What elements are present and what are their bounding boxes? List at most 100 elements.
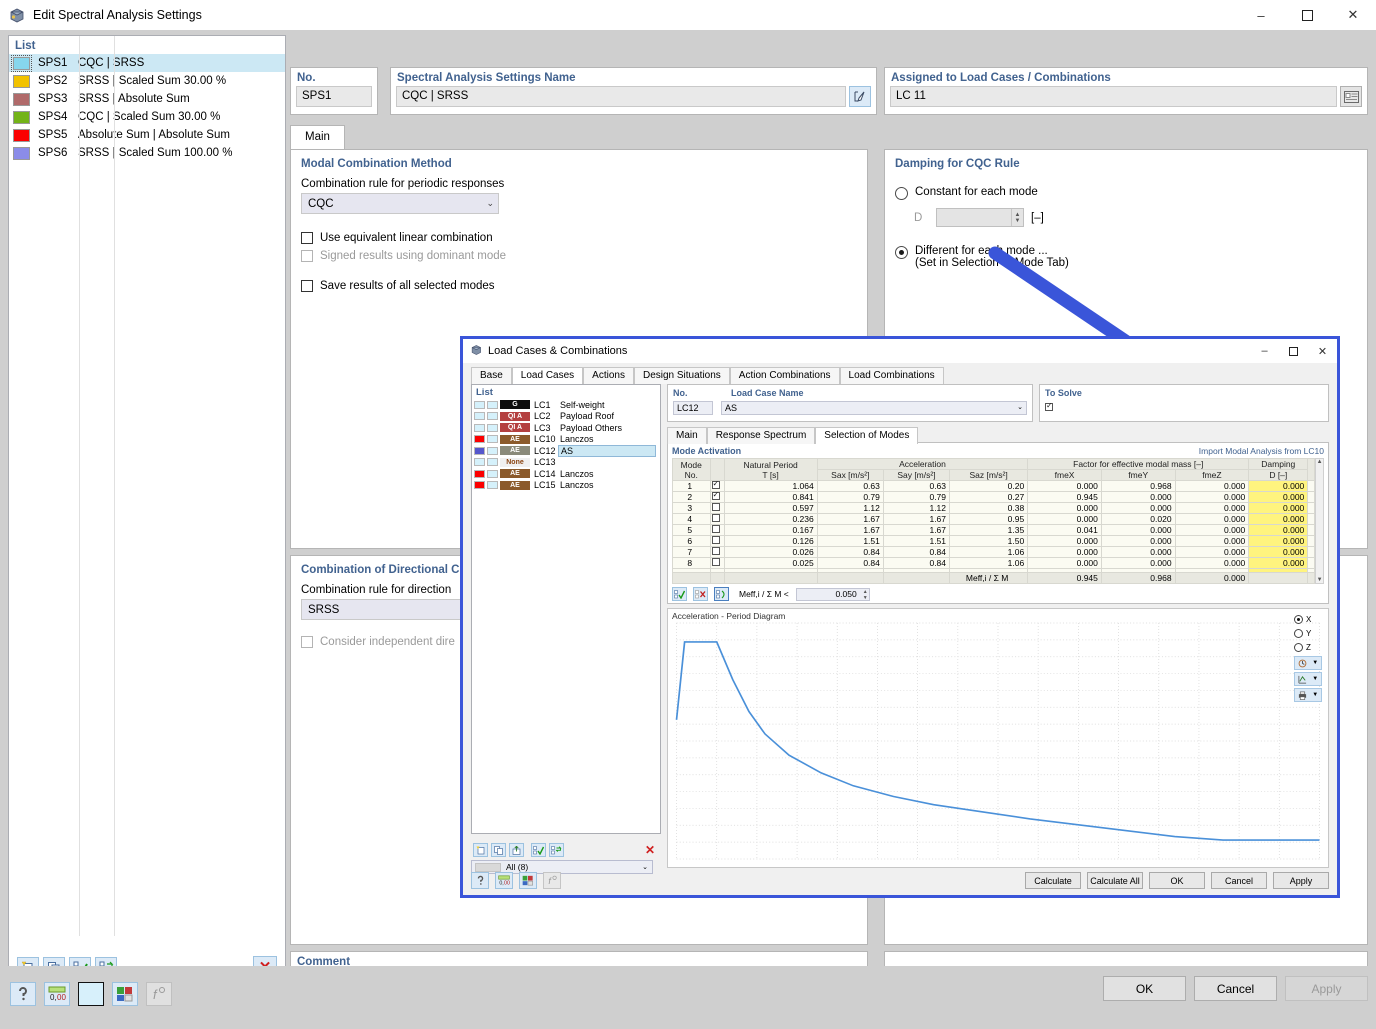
help-icon[interactable] xyxy=(10,982,36,1006)
cell-active[interactable] xyxy=(710,492,724,503)
equivalent-linear-checkbox[interactable]: Use equivalent linear combination xyxy=(291,214,867,244)
list-item[interactable]: SPS5Absolute Sum | Absolute Sum xyxy=(9,126,285,144)
table-row[interactable]: 20.8410.790.790.270.9450.0000.0000.000 xyxy=(673,492,1315,503)
spinner-arrows[interactable]: ▲▼ xyxy=(1011,209,1023,226)
list-item[interactable]: AELC15Lanczos xyxy=(472,480,660,492)
tab-base[interactable]: Base xyxy=(471,367,512,384)
chart-axis-z[interactable]: Z xyxy=(1294,640,1326,654)
cell-damping[interactable]: 0.000 xyxy=(1249,525,1308,536)
import-icon[interactable] xyxy=(509,843,524,857)
mode-checkbox[interactable] xyxy=(712,525,720,533)
subtab-response-spectrum[interactable]: Response Spectrum xyxy=(707,427,816,444)
copy-icon[interactable] xyxy=(491,843,506,857)
assigned-field[interactable]: LC 11 xyxy=(890,86,1337,107)
apply-filter-icon[interactable] xyxy=(714,587,729,601)
damping-d-input[interactable]: ▲▼ xyxy=(936,208,1024,227)
list-select-icon[interactable] xyxy=(1340,86,1362,107)
table-row[interactable]: 70.0260.840.841.060.0000.0000.0000.000 xyxy=(673,547,1315,558)
color-swatch-icon[interactable] xyxy=(78,982,104,1006)
mode-checkbox[interactable] xyxy=(712,503,720,511)
mode-activation-table[interactable]: ModeNo.Natural PeriodT [s]AccelerationFa… xyxy=(672,458,1315,584)
cell-active[interactable] xyxy=(710,525,724,536)
tab-load-cases[interactable]: Load Cases xyxy=(512,367,583,384)
cell-damping[interactable]: 0.000 xyxy=(1249,503,1308,514)
list-item[interactable]: AELC10Lanczos xyxy=(472,434,660,446)
cell-active[interactable] xyxy=(710,558,724,569)
periodic-rule-select[interactable]: CQC ⌄ xyxy=(301,193,499,214)
list-item[interactable]: NoneLC13 xyxy=(472,457,660,469)
table-row[interactable]: 50.1671.671.671.350.0410.0000.0000.000 xyxy=(673,525,1315,536)
graphic-icon[interactable] xyxy=(112,982,138,1006)
cell-damping[interactable]: 0.000 xyxy=(1249,481,1308,492)
subtab-selection-of-modes[interactable]: Selection of Modes xyxy=(815,427,918,444)
ok-button[interactable]: OK xyxy=(1103,976,1186,1001)
list-item[interactable]: AELC12AS xyxy=(472,445,660,457)
list-item[interactable]: SPS3SRSS | Absolute Sum xyxy=(9,90,285,108)
help-icon[interactable] xyxy=(471,872,489,889)
delete-button[interactable]: ✕ xyxy=(645,843,659,857)
new-icon[interactable] xyxy=(473,843,488,857)
import-modal-analysis-link[interactable]: Import Modal Analysis from LC10 xyxy=(1199,446,1324,456)
maximize-button[interactable] xyxy=(1279,339,1308,363)
mode-checkbox[interactable] xyxy=(712,492,720,500)
subtab-main[interactable]: Main xyxy=(667,427,707,444)
cell-active[interactable] xyxy=(710,547,724,558)
close-button[interactable]: ✕ xyxy=(1308,339,1337,363)
select-all-icon[interactable] xyxy=(531,843,546,857)
loadcase-name-field[interactable]: AS ⌄ xyxy=(721,401,1027,415)
units-icon[interactable]: 0,00 xyxy=(495,872,513,889)
acceleration-period-chart[interactable]: Acceleration - Period Diagram xyxy=(667,608,1329,868)
damping-constant-option[interactable]: Constant for each mode xyxy=(885,170,1367,200)
apply-button[interactable]: Apply xyxy=(1273,872,1329,889)
list-item[interactable]: AELC14Lanczos xyxy=(472,468,660,480)
tab-load-combinations[interactable]: Load Combinations xyxy=(840,367,944,384)
cancel-button[interactable]: Cancel xyxy=(1194,976,1277,1001)
cancel-button[interactable]: Cancel xyxy=(1211,872,1267,889)
cell-active[interactable] xyxy=(710,503,724,514)
invert-selection-icon[interactable] xyxy=(549,843,564,857)
table-row[interactable]: 80.0250.840.841.060.0000.0000.0000.000 xyxy=(673,558,1315,569)
chart-axis-y[interactable]: Y xyxy=(1294,626,1326,640)
cell-damping[interactable]: 0.000 xyxy=(1249,547,1308,558)
list-item[interactable]: SPS1CQC | SRSS xyxy=(9,54,285,72)
tab-design-situations[interactable]: Design Situations xyxy=(634,367,730,384)
curve-icon[interactable]: ▼ xyxy=(1294,672,1322,686)
cell-damping[interactable]: 0.000 xyxy=(1249,514,1308,525)
mode-checkbox[interactable] xyxy=(712,558,720,566)
select-all-icon[interactable] xyxy=(672,587,687,601)
calculate-button[interactable]: Calculate xyxy=(1025,872,1081,889)
mode-checkbox[interactable] xyxy=(712,481,720,489)
minimize-button[interactable]: – xyxy=(1238,0,1284,30)
table-row[interactable]: 11.0640.630.630.200.0000.9680.0000.000 xyxy=(673,481,1315,492)
list-item[interactable]: SPS2SRSS | Scaled Sum 30.00 % xyxy=(9,72,285,90)
loadcase-no-field[interactable]: LC12 xyxy=(673,401,713,415)
list-item[interactable]: QI ALC3Payload Others xyxy=(472,422,660,434)
list-item[interactable]: SPS6SRSS | Scaled Sum 100.00 % xyxy=(9,144,285,162)
units-icon[interactable]: 0,00 xyxy=(44,982,70,1006)
settings-name-field[interactable]: CQC | SRSS xyxy=(396,86,846,107)
table-row[interactable]: 30.5971.121.120.380.0000.0000.0000.000 xyxy=(673,503,1315,514)
save-all-modes-checkbox[interactable]: Save results of all selected modes xyxy=(291,262,867,292)
table-row[interactable]: 60.1261.511.511.500.0000.0000.0000.000 xyxy=(673,536,1315,547)
print-icon[interactable]: ▼ xyxy=(1294,688,1322,702)
cell-damping[interactable]: 0.000 xyxy=(1249,536,1308,547)
graphic-icon[interactable] xyxy=(519,872,537,889)
table-row[interactable]: 40.2361.671.670.950.0000.0200.0000.000 xyxy=(673,514,1315,525)
calculate-all-button[interactable]: Calculate All xyxy=(1087,872,1143,889)
damping-different-option[interactable]: Different for each mode ... (Set in Sele… xyxy=(885,227,1367,269)
list-item[interactable]: SPS4CQC | Scaled Sum 30.00 % xyxy=(9,108,285,126)
deselect-all-icon[interactable] xyxy=(693,587,708,601)
to-solve-checkbox[interactable] xyxy=(1045,403,1053,411)
ok-button[interactable]: OK xyxy=(1149,872,1205,889)
maximize-button[interactable] xyxy=(1284,0,1330,30)
edit-icon[interactable] xyxy=(849,86,871,107)
no-field[interactable]: SPS1 xyxy=(296,86,372,107)
list-item[interactable]: GLC1Self-weight xyxy=(472,399,660,411)
meff-filter-input[interactable]: 0.050 ▲▼ xyxy=(796,588,870,601)
mode-checkbox[interactable] xyxy=(712,514,720,522)
spinner-arrows[interactable]: ▲▼ xyxy=(863,589,868,601)
table-scrollbar[interactable]: ▲▼ xyxy=(1315,458,1324,584)
spectral-settings-list[interactable]: SPS1CQC | SRSSSPS2SRSS | Scaled Sum 30.0… xyxy=(9,54,285,162)
minimize-button[interactable]: – xyxy=(1250,339,1279,363)
tab-action-combinations[interactable]: Action Combinations xyxy=(730,367,840,384)
